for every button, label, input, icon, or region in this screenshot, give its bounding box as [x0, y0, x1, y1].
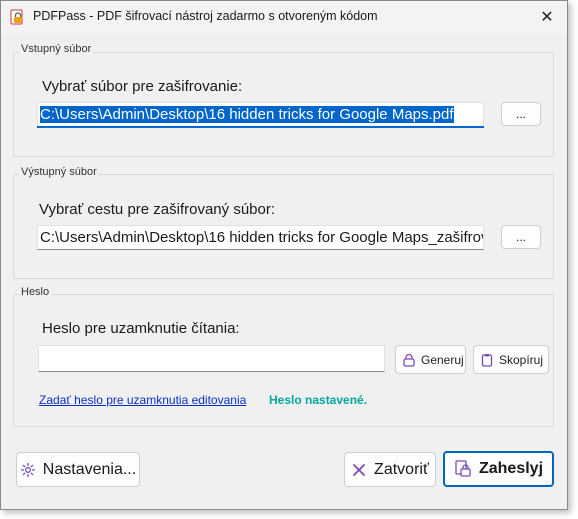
- close-button[interactable]: Zatvoriť: [344, 452, 436, 487]
- clipboard-icon: [481, 353, 493, 367]
- output-path-field[interactable]: C:\Users\Admin\Desktop\16 hidden tricks …: [37, 225, 484, 250]
- output-file-label: Vybrať cestu pre zašifrovaný súbor:: [39, 201, 276, 218]
- window-title: PDFPass - PDF šifrovací nástroj zadarmo …: [33, 9, 378, 23]
- encrypt-label: Zaheslуj: [478, 460, 544, 477]
- title-bar: PDFPass - PDF šifrovací nástroj zadarmo …: [1, 1, 567, 33]
- password-status: Heslo nastavené.: [269, 393, 368, 407]
- input-browse-label: ...: [515, 107, 526, 121]
- settings-button[interactable]: Nastavenia...: [16, 452, 140, 487]
- close-icon: ✕: [540, 9, 554, 26]
- copy-label: Skopíruj: [499, 352, 544, 367]
- encrypt-button[interactable]: Zaheslуj: [443, 451, 554, 487]
- input-file-label: Vybrať súbor pre zašifrovanie:: [42, 78, 243, 95]
- app-window: PDFPass - PDF šifrovací nástroj zadarmo …: [0, 0, 568, 510]
- password-legend: Heslo: [19, 286, 52, 298]
- copy-button[interactable]: Skopíruj: [473, 345, 549, 374]
- edit-password-link[interactable]: Zadať heslo pre uzamknutia editovania: [39, 393, 246, 407]
- lock-generate-icon: [403, 353, 415, 367]
- output-file-legend: Výstupný súbor: [19, 166, 99, 178]
- generate-label: Generuj: [421, 352, 464, 367]
- output-browse-button[interactable]: ...: [501, 225, 541, 249]
- close-label: Zatvoriť: [374, 460, 429, 478]
- settings-label: Nastavenia...: [42, 460, 137, 478]
- close-x-icon: [353, 463, 365, 476]
- generate-button[interactable]: Generuj: [395, 345, 466, 374]
- input-file-legend: Vstupný súbor: [19, 43, 94, 55]
- encrypt-icon: [455, 460, 471, 477]
- input-path-focus-line: [37, 126, 484, 128]
- close-window-button[interactable]: ✕: [527, 1, 567, 33]
- input-browse-button[interactable]: ...: [501, 102, 541, 126]
- input-path-field[interactable]: C:\Users\Admin\Desktop\16 hidden tricks …: [37, 102, 484, 127]
- password-input[interactable]: [38, 345, 385, 372]
- input-path-value: C:\Users\Admin\Desktop\16 hidden tricks …: [40, 106, 454, 123]
- output-path-value: C:\Users\Admin\Desktop\16 hidden tricks …: [40, 229, 483, 246]
- pdf-lock-icon: [10, 9, 23, 25]
- output-browse-label: ...: [515, 230, 526, 244]
- password-label: Heslo pre uzamknutie čítania:: [42, 320, 240, 337]
- gear-icon: [20, 462, 35, 477]
